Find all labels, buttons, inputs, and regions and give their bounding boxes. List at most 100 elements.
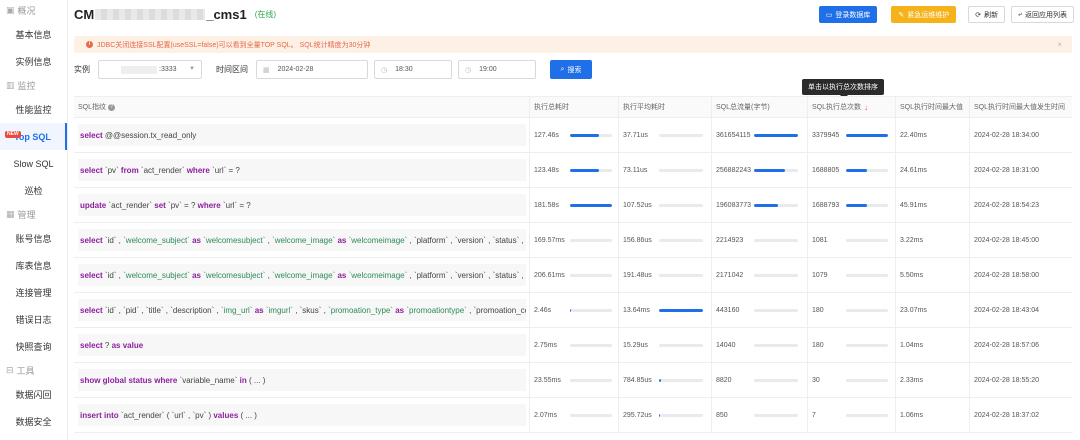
sidebar-item-1-2[interactable]: Slow SQL: [0, 150, 67, 177]
sql-fingerprint[interactable]: select @@session.tx_read_only: [78, 124, 526, 146]
sql-token: `act_render`: [108, 200, 155, 210]
search-button[interactable]: ⌕ 搜索: [550, 60, 592, 79]
sidebar-group-label: 工具: [16, 366, 35, 376]
sidebar-item-label: 错误日志: [15, 315, 52, 325]
sidebar-item-2-4[interactable]: 快照查询: [0, 333, 67, 360]
max-time-cell-value: 1.04ms: [900, 341, 923, 349]
avg-time-cell: 13.64ms: [619, 293, 712, 327]
column-header-5[interactable]: SQL执行时间最大值: [896, 97, 970, 117]
sql-fingerprint[interactable]: insert into `act_render` ( `url` , `pv` …: [78, 404, 526, 426]
flow-cell: 196083773: [712, 188, 808, 222]
sql-fingerprint-cell: select `id` , `welcome_subject` as `welc…: [74, 223, 530, 257]
avg-time-cell-value: 191.48us: [623, 271, 652, 279]
sql-fingerprint[interactable]: select `id` , `welcome_subject` as `welc…: [78, 229, 526, 251]
sql-token: as: [395, 305, 407, 315]
header: CM _cms1 (在线) ▭ 登录数据库 ✎ 紧急运维维护 ⟳ 刷新 ⤶ 返回应用列表: [68, 0, 1080, 28]
table-row[interactable]: show global status where `variable_name`…: [74, 363, 1072, 398]
sidebar-group-3: ⊟ 工具: [0, 360, 67, 381]
refresh-button[interactable]: ⟳ 刷新: [968, 6, 1006, 23]
table-row[interactable]: select `id` , `pid` , `title` , `descrip…: [74, 293, 1072, 328]
sql-token: `url` = ?: [222, 200, 251, 210]
sql-token: , `platform` , `version` , `status` , `.…: [409, 270, 527, 280]
sql-fingerprint[interactable]: select `pv` from `act_render` where `url…: [78, 159, 526, 181]
max-time-cell-value: 1.06ms: [900, 411, 923, 419]
column-header-2[interactable]: 执行平均耗时: [619, 97, 712, 117]
sidebar-item-label: 数据闪回: [15, 390, 52, 400]
sql-token: as: [337, 270, 349, 280]
column-header-1[interactable]: 执行总耗时: [530, 97, 619, 117]
sidebar-item-label: 性能监控: [15, 105, 52, 115]
sidebar-item-label: 库表信息: [15, 261, 52, 271]
avg-time-cell: 191.48us: [619, 258, 712, 292]
column-header-0[interactable]: SQL指纹?: [74, 97, 530, 117]
sql-token: select: [80, 305, 105, 315]
table-row[interactable]: insert into `act_render` ( `url` , `pv` …: [74, 398, 1072, 433]
avg-time-cell-bar-fill: [659, 378, 662, 382]
sidebar-item-3-0[interactable]: 数据闪回: [0, 381, 67, 408]
sidebar-item-0-0[interactable]: 基本信息: [0, 21, 67, 48]
sidebar-item-1-3[interactable]: 巡检: [0, 177, 67, 204]
sidebar-item-2-1[interactable]: 库表信息: [0, 252, 67, 279]
sql-token: as: [337, 235, 349, 245]
count-cell: 30: [808, 363, 896, 397]
sidebar-item-label: 基本信息: [15, 30, 52, 40]
column-header-3[interactable]: SQL总流量(字节): [712, 97, 808, 117]
sidebar-item-0-1[interactable]: 实例信息: [0, 48, 67, 75]
instance-select[interactable]: :3333 ▼: [98, 60, 202, 79]
avg-time-cell-bar: [659, 238, 703, 242]
sidebar-item-1-1[interactable]: NEW Top SQL: [0, 123, 67, 150]
sql-token: select: [80, 270, 105, 280]
max-time-cell: 3.22ms: [896, 223, 970, 257]
sidebar-group-label: 监控: [17, 81, 36, 91]
count-cell-value: 3379945: [812, 131, 840, 139]
sql-fingerprint-cell: update `act_render` set `pv` = ? where `…: [74, 188, 530, 222]
table-row[interactable]: select ? as value 2.75ms 15.29us 14040 180 1.…: [74, 328, 1072, 363]
flow-cell-value: 361654115: [716, 131, 751, 139]
column-header-6[interactable]: SQL执行时间最大值发生时间: [970, 97, 1072, 117]
max-time-at-cell: 2024-02-28 18:55:20: [970, 363, 1072, 397]
sql-fingerprint[interactable]: update `act_render` set `pv` = ? where `…: [78, 194, 526, 216]
column-header-4[interactable]: SQL执行总次数 ↓: [808, 97, 896, 117]
table-row[interactable]: select `id` , `welcome_subject` as `welc…: [74, 258, 1072, 293]
sql-fingerprint[interactable]: select ? as value: [78, 334, 526, 356]
column-header-label: SQL执行时间最大值发生时间: [974, 104, 1066, 111]
count-cell: 180: [808, 328, 896, 362]
table-row[interactable]: select `pv` from `act_render` where `url…: [74, 153, 1072, 188]
count-cell-value: 1688793: [812, 201, 840, 209]
count-cell: 1081: [808, 223, 896, 257]
ssl-notice: i JDBC关闭连接SSL配置(useSSL=false)可以看到全量TOP S…: [74, 36, 1072, 53]
sql-token: select: [80, 235, 105, 245]
close-icon[interactable]: ×: [1057, 40, 1062, 49]
sql-token: set: [154, 200, 169, 210]
flow-cell-bar: [754, 168, 798, 172]
sql-fingerprint[interactable]: show global status where `variable_name`…: [78, 369, 526, 391]
instance-redaction: [121, 65, 157, 74]
sidebar-item-2-2[interactable]: 连接管理: [0, 279, 67, 306]
sidebar-group-2: ▦ 管理: [0, 204, 67, 225]
sidebar-item-2-3[interactable]: 错误日志: [0, 306, 67, 333]
emergency-maintenance-button[interactable]: ✎ 紧急运维维护: [891, 6, 957, 23]
login-database-button[interactable]: ▭ 登录数据库: [818, 6, 878, 23]
end-time-input[interactable]: ◷ 19:00: [458, 60, 536, 79]
max-time-at-cell-value: 2024-02-28 18:45:00: [974, 236, 1039, 244]
max-time-cell-value: 5.50ms: [900, 271, 923, 279]
flow-cell-bar: [754, 308, 798, 312]
table-row[interactable]: update `act_render` set `pv` = ? where `…: [74, 188, 1072, 223]
table-row[interactable]: select `id` , `welcome_subject` as `welc…: [74, 223, 1072, 258]
sql-fingerprint[interactable]: select `id` , `welcome_subject` as `welc…: [78, 264, 526, 286]
title-prefix: CM: [74, 6, 95, 22]
start-time-input[interactable]: ◷ 18:30: [374, 60, 452, 79]
date-input[interactable]: ▦ 2024-02-28: [256, 60, 368, 79]
table-row[interactable]: select @@session.tx_read_only 127.46s 37.7…: [74, 118, 1072, 153]
total-time-cell: 2.07ms: [530, 398, 619, 432]
sql-token: select: [80, 130, 105, 140]
sql-fingerprint[interactable]: select `id` , `pid` , `title` , `descrip…: [78, 299, 526, 321]
sidebar-item-2-0[interactable]: 账号信息: [0, 225, 67, 252]
back-to-apps-button[interactable]: ⤶ 返回应用列表: [1011, 6, 1074, 23]
flow-cell: 443160: [712, 293, 808, 327]
sidebar-item-1-0[interactable]: 性能监控: [0, 96, 67, 123]
max-time-cell-value: 3.22ms: [900, 236, 923, 244]
max-time-at-cell-value: 2024-02-28 18:54:23: [974, 201, 1039, 209]
total-time-cell: 206.61ms: [530, 258, 619, 292]
sidebar-item-3-1[interactable]: 数据安全: [0, 408, 67, 435]
